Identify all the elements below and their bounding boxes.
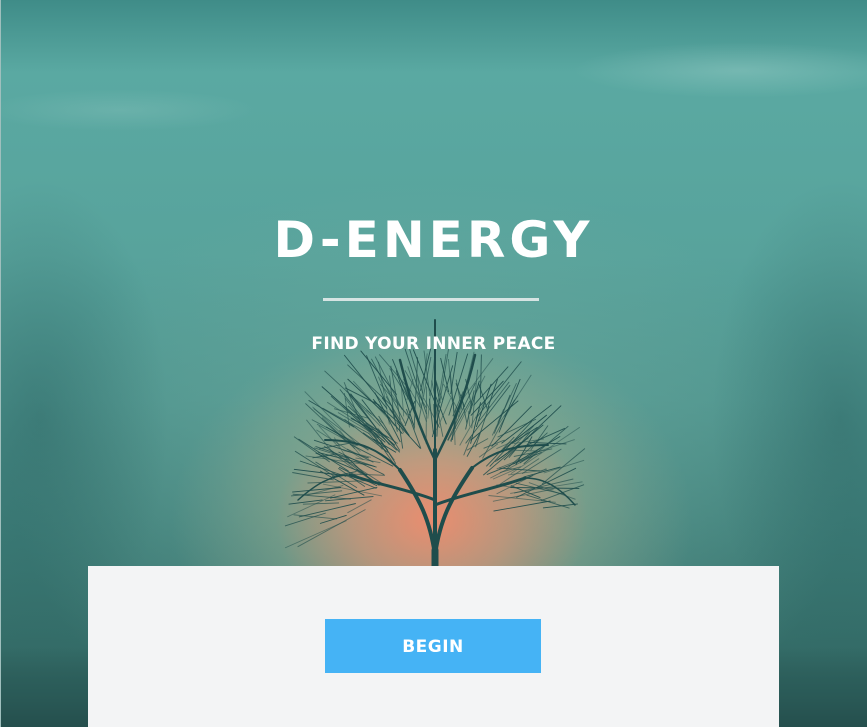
bottom-panel: BEGIN — [88, 566, 779, 727]
tagline: FIND YOUR INNER PEACE — [311, 334, 556, 354]
title-divider — [323, 298, 539, 301]
site-title: D-ENERGY — [273, 211, 594, 269]
frame-edge — [0, 0, 1, 727]
begin-button[interactable]: BEGIN — [325, 619, 541, 673]
